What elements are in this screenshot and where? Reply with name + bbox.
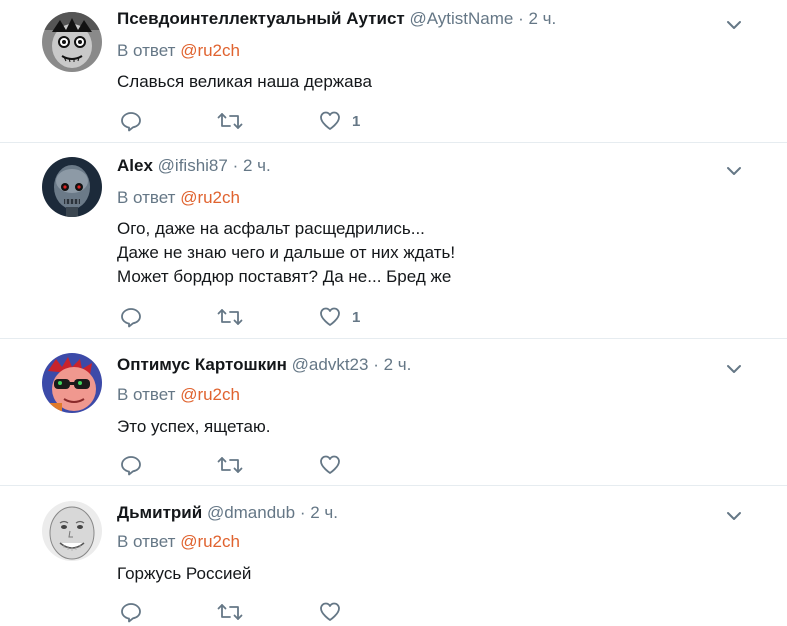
avatar[interactable] (42, 501, 102, 561)
like-button[interactable]: 1 (319, 305, 360, 329)
reply-button[interactable] (120, 305, 142, 329)
heart-icon (320, 602, 340, 621)
reply-icon (121, 112, 141, 132)
like-button[interactable]: 1 (319, 109, 360, 133)
avatar[interactable] (42, 353, 102, 413)
reply-prefix: В ответ (117, 188, 176, 207)
reply-context: В ответ @ru2ch (117, 384, 240, 406)
retweet-icon (217, 457, 243, 473)
reply-icon (121, 603, 141, 623)
separator-dot: · (373, 355, 379, 374)
reply-mention-link[interactable]: @ru2ch (180, 532, 240, 551)
heart-icon (320, 455, 340, 474)
heart-icon (320, 111, 340, 130)
chevron-down-icon[interactable] (725, 162, 743, 180)
tweet-header: Псевдоинтеллектуальный Аутист @AytistNam… (117, 8, 556, 30)
tweet[interactable]: Оптимус Картошкин @advkt23 · 2 ч. В отве… (0, 339, 787, 486)
smiling-face-avatar-icon (42, 501, 102, 561)
retweet-icon (217, 113, 243, 129)
tweet-text: Это успех, ящетаю. (117, 417, 271, 436)
tweet-actions: 1 (117, 109, 517, 133)
chevron-down-icon[interactable] (725, 360, 743, 378)
reply-context: В ответ @ru2ch (117, 531, 240, 553)
tweet[interactable]: Alex @ifishi87 · 2 ч. В ответ @ru2ch Ого… (0, 143, 787, 339)
retweet-icon (217, 604, 243, 620)
like-count: 1 (352, 112, 361, 130)
separator-dot: · (299, 503, 306, 522)
tweet-text: Горжусь Россией (117, 564, 252, 583)
reply-mention-link[interactable]: @ru2ch (180, 385, 240, 404)
tweet-text: Ого, даже на асфальт расщедрились... Даж… (117, 219, 456, 286)
timestamp[interactable]: 2 ч. (528, 9, 556, 28)
timestamp[interactable]: 2 ч. (310, 503, 338, 522)
reply-button[interactable] (120, 109, 142, 133)
ghoul-face-avatar-icon (42, 12, 102, 72)
reply-prefix: В ответ (117, 41, 176, 60)
retweet-icon (217, 309, 243, 325)
avatar[interactable] (42, 12, 102, 72)
retweet-button[interactable] (217, 109, 243, 133)
user-handle[interactable]: @AytistName (409, 9, 513, 28)
reply-button[interactable] (120, 600, 142, 624)
user-name[interactable]: Оптимус Картошкин (117, 355, 287, 374)
tweet-actions: 1 (117, 305, 517, 329)
avatar[interactable] (42, 157, 102, 217)
chevron-down-icon[interactable] (725, 16, 743, 34)
reply-context: В ответ @ru2ch (117, 40, 240, 62)
tweet-header: Alex @ifishi87 · 2 ч. (117, 155, 271, 177)
tweet-header: Оптимус Картошкин @advkt23 · 2 ч. (117, 354, 411, 376)
user-name[interactable]: Дьмитрий (117, 503, 202, 522)
separator-dot: · (518, 9, 524, 28)
reply-button[interactable] (120, 453, 142, 477)
reply-mention-link[interactable]: @ru2ch (180, 41, 240, 60)
retweet-button[interactable] (217, 600, 243, 624)
user-name[interactable]: Псевдоинтеллектуальный Аутист (117, 9, 405, 28)
like-button[interactable] (319, 600, 352, 624)
heart-icon (320, 307, 340, 326)
cartoon-sunglasses-avatar-icon (42, 353, 102, 413)
terminator-avatar-icon (42, 157, 102, 217)
retweet-button[interactable] (217, 305, 243, 329)
reply-context: В ответ @ru2ch (117, 187, 240, 209)
like-button[interactable] (319, 453, 352, 477)
reply-mention-link[interactable]: @ru2ch (180, 188, 240, 207)
timestamp[interactable]: 2 ч. (384, 355, 412, 374)
tweet-header: Дьмитрий @dmandub · 2 ч. (117, 502, 338, 524)
chevron-down-icon[interactable] (725, 507, 743, 525)
user-handle[interactable]: @dmandub (207, 503, 295, 522)
retweet-button[interactable] (217, 453, 243, 477)
tweet-actions (117, 600, 517, 624)
reply-prefix: В ответ (117, 532, 176, 551)
tweet-text: Славься великая наша держава (117, 72, 372, 91)
tweet[interactable]: Псевдоинтеллектуальный Аутист @AytistNam… (0, 0, 787, 143)
user-handle[interactable]: @advkt23 (292, 355, 369, 374)
user-name[interactable]: Alex (117, 156, 153, 175)
user-handle[interactable]: @ifishi87 (158, 156, 228, 175)
separator-dot: · (232, 156, 239, 175)
reply-prefix: В ответ (117, 385, 176, 404)
reply-icon (121, 456, 141, 476)
tweet-actions (117, 453, 517, 477)
tweet[interactable]: Дьмитрий @dmandub · 2 ч. В ответ @ru2ch … (0, 486, 787, 626)
like-count: 1 (352, 308, 361, 326)
timestamp[interactable]: 2 ч. (243, 156, 271, 175)
reply-icon (121, 308, 141, 328)
